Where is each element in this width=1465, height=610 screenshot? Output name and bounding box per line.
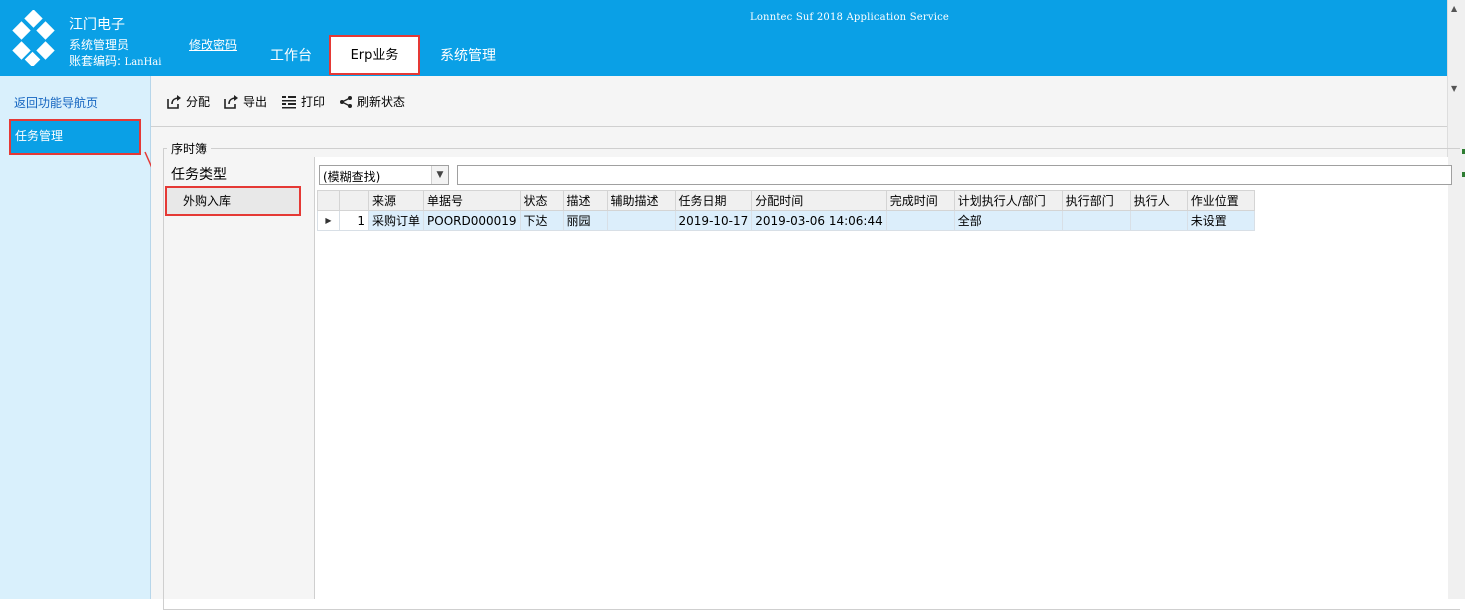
refresh-status-label: 刷新状态 (357, 95, 406, 109)
refresh-status-button[interactable]: 刷新状态 (339, 92, 405, 112)
account-code: LanHai (124, 57, 162, 68)
header-indicator (317, 190, 340, 211)
cell-planned-executor[interactable]: 全部 (953, 210, 1063, 231)
cell-status[interactable]: 下达 (519, 210, 564, 231)
grid-header-row: 来源 单据号 状态 描述 辅助描述 任务日期 分配时间 完成时间 计划执行人/部… (317, 190, 1255, 211)
search-mode-select[interactable]: (模糊查找) ▼ (319, 165, 449, 185)
print-label: 打印 (301, 95, 326, 109)
column-header[interactable]: 执行部门 (1061, 190, 1131, 211)
back-to-navigation-link[interactable]: 返回功能导航页 (14, 94, 98, 111)
search-mode-value: (模糊查找) (323, 170, 381, 184)
print-icon (282, 96, 296, 109)
sidebar-item-task-management[interactable]: 任务管理 (9, 119, 141, 155)
column-header[interactable]: 作业位置 (1186, 190, 1255, 211)
account-info: 账套编码: LanHai (69, 52, 161, 69)
grid-panel: (模糊查找) ▼ 来源 单据号 状态 描述 辅助描述 任务日期 分配时间 完成时… (314, 157, 1452, 599)
column-header[interactable]: 计划执行人/部门 (953, 190, 1063, 211)
column-header[interactable]: 来源 (367, 190, 425, 211)
column-header[interactable]: 分配时间 (751, 190, 887, 211)
company-name: 江门电子 (69, 17, 125, 33)
tab-system-management[interactable]: 系统管理 (440, 36, 496, 74)
export-icon (224, 95, 238, 109)
task-grid: 来源 单据号 状态 描述 辅助描述 任务日期 分配时间 完成时间 计划执行人/部… (317, 190, 1255, 231)
share-icon (167, 95, 181, 109)
account-label: 账套编码: (69, 54, 122, 68)
column-header[interactable]: 辅助描述 (606, 190, 676, 211)
cell-complete-time[interactable] (885, 210, 955, 231)
toolbar: 分配 导出 打印 刷新状态 (151, 76, 1447, 127)
search-input[interactable] (457, 165, 1452, 185)
assign-button[interactable]: 分配 (166, 92, 210, 112)
top-header: 江门电子 系统管理员 账套编码: LanHai 修改密码 Lonntec Suf… (0, 0, 1447, 76)
company-logo (12, 10, 55, 66)
cell-exec-department[interactable] (1061, 210, 1131, 231)
cell-source[interactable]: 采购订单 (367, 210, 425, 231)
column-header[interactable]: 单据号 (423, 190, 521, 211)
user-role: 系统管理员 (69, 38, 130, 52)
table-row[interactable]: ▶ 1 采购订单 POORD000019 下达 丽园 2019-10-17 20… (317, 210, 1255, 231)
cell-executor[interactable] (1129, 210, 1188, 231)
refresh-share-icon (340, 96, 352, 108)
app-title: Lonntec Suf 2018 Application Service (750, 12, 950, 23)
column-header[interactable]: 状态 (519, 190, 564, 211)
tab-workbench[interactable]: 工作台 (270, 36, 312, 74)
column-header[interactable]: 描述 (562, 190, 608, 211)
cell-task-date[interactable]: 2019-10-17 (674, 210, 753, 231)
scroll-down-icon[interactable]: ▼ (1451, 84, 1457, 93)
chevron-down-icon[interactable]: ▼ (431, 166, 448, 184)
scroll-up-icon[interactable]: ▲ (1451, 4, 1457, 13)
column-header[interactable]: 执行人 (1129, 190, 1188, 211)
export-button[interactable]: 导出 (223, 92, 267, 112)
print-button[interactable]: 打印 (281, 92, 325, 112)
cell-doc-number[interactable]: POORD000019 (423, 210, 521, 231)
change-password-link[interactable]: 修改密码 (189, 36, 237, 53)
export-label: 导出 (243, 95, 268, 109)
column-header[interactable]: 完成时间 (885, 190, 955, 211)
cell-description[interactable]: 丽园 (562, 210, 608, 231)
row-indicator-icon: ▶ (317, 210, 340, 231)
assign-label: 分配 (186, 95, 211, 109)
tab-erp-business[interactable]: Erp业务 (329, 35, 420, 75)
cell-work-location[interactable]: 未设置 (1186, 210, 1255, 231)
cell-assign-time[interactable]: 2019-03-06 14:06:44 (751, 210, 887, 231)
sidebar: 返回功能导航页 任务管理 (0, 76, 151, 599)
row-index: 1 (339, 210, 369, 231)
content-area: 序时簿 任务类型 外购入库 (模糊查找) ▼ 来源 单据号 状态 描述 辅助描述… (151, 127, 1460, 610)
group-title: 序时簿 (167, 140, 212, 157)
column-header[interactable]: 任务日期 (674, 190, 753, 211)
task-type-item[interactable]: 外购入库 (165, 186, 301, 216)
cell-aux-description[interactable] (606, 210, 676, 231)
header-index (339, 190, 369, 211)
task-type-title: 任务类型 (171, 167, 227, 183)
